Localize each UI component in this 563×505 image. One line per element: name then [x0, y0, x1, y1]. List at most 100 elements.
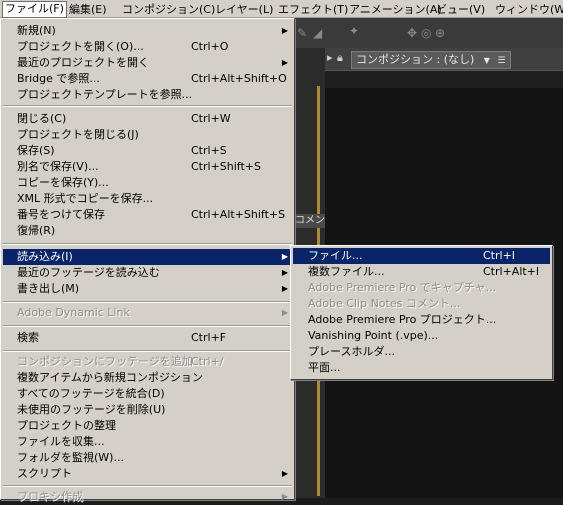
menu-item-solid[interactable]: 平面... — [293, 360, 550, 376]
menu-layer[interactable]: レイヤー(L) — [215, 2, 273, 17]
menu-edit[interactable]: 編集(E) — [69, 2, 107, 17]
comments-column-label: コメン — [295, 214, 325, 228]
submenu-arrow-icon: ▶ — [281, 308, 288, 317]
menu-item-save[interactable]: 保存(S) Ctrl+S — [3, 143, 292, 159]
menu-item-clip-notes-comments[interactable]: Adobe Clip Notes コメント... — [293, 296, 550, 312]
menu-separator — [3, 350, 292, 352]
menu-item-new[interactable]: 新規(N) ▶ — [3, 23, 292, 39]
menu-item-label: 検索 — [17, 331, 39, 344]
menu-item-close-project[interactable]: プロジェクトを閉じる(J) — [3, 127, 292, 143]
panel-options-icon[interactable]: ☰ — [497, 56, 505, 66]
menu-item-vanishing-point[interactable]: Vanishing Point (.vpe)... — [293, 328, 550, 344]
menu-item-label: 保存(S) — [17, 144, 55, 157]
menu-item-watch-folder[interactable]: フォルダを監視(W)... — [3, 450, 292, 466]
menu-item-label: プレースホルダ... — [308, 345, 395, 358]
menu-item-shortcut: Ctrl+O — [191, 40, 229, 53]
axis-world-icon[interactable]: ⊕ — [435, 26, 445, 40]
menu-item-save-copy[interactable]: コピーを保存(Y)... — [3, 175, 292, 191]
menu-effect[interactable]: エフェクト(T) — [278, 2, 348, 17]
puppet-pin-tool-icon[interactable]: ✦ — [349, 24, 359, 38]
menu-item-label: 複数アイテムから新規コンポジション — [17, 371, 203, 384]
menu-item-import[interactable]: 読み込み(I) ▶ — [3, 249, 292, 265]
menu-item-premiere-project[interactable]: Adobe Premiere Pro プロジェクト... — [293, 312, 550, 328]
menu-item-dynamic-link[interactable]: Adobe Dynamic Link ▶ — [3, 305, 292, 321]
menu-item-label: 複数ファイル... — [308, 265, 385, 278]
menu-item-import-file[interactable]: ファイル... Ctrl+I — [293, 248, 550, 264]
menu-separator — [3, 243, 292, 245]
submenu-arrow-icon: ▶ — [281, 268, 288, 277]
menu-item-label: ファイル... — [308, 249, 363, 262]
menu-item-label: プロキシ作成 — [17, 490, 83, 503]
menu-item-label: 平面... — [308, 361, 341, 374]
chevron-down-icon[interactable]: ▼ — [484, 56, 490, 65]
menu-item-label: プロジェクトを閉じる(J) — [17, 128, 139, 141]
menu-item-scripts[interactable]: スクリプト ▶ — [3, 466, 292, 482]
menu-item-reduce-project[interactable]: プロジェクトの整理 — [3, 418, 292, 434]
axis-rotate-icon[interactable]: ◎ — [421, 26, 431, 40]
menu-item-consolidate-footage[interactable]: すべてのフッテージを統合(D) — [3, 386, 292, 402]
menu-item-label: Adobe Dynamic Link — [17, 306, 130, 319]
menu-item-export[interactable]: 書き出し(M) ▶ — [3, 281, 292, 297]
menu-item-shortcut: Ctrl+/ — [191, 355, 224, 368]
menu-item-label: 未使用のフッテージを削除(U) — [17, 403, 166, 416]
menu-item-collect-files[interactable]: ファイルを収集... — [3, 434, 292, 450]
menu-item-add-footage-to-comp[interactable]: コンポジションにフッテージを追加 Ctrl+/ — [3, 354, 292, 370]
menu-item-label: 閉じる(C) — [17, 112, 67, 125]
menu-item-shortcut: Ctrl+Alt+Shift+O — [191, 72, 287, 85]
menu-window[interactable]: ウィンドウ(W) — [495, 2, 563, 17]
menu-item-remove-unused-footage[interactable]: 未使用のフッテージを削除(U) — [3, 402, 292, 418]
menu-item-save-copy-xml[interactable]: XML 形式でコピーを保存... — [3, 191, 292, 207]
menu-item-label: すべてのフッテージを統合(D) — [17, 387, 165, 400]
menu-item-placeholder[interactable]: プレースホルダ... — [293, 344, 550, 360]
menu-item-label: 復帰(R) — [17, 224, 56, 237]
menu-item-label: Adobe Premiere Pro でキャプチャ... — [308, 281, 497, 294]
menu-separator — [3, 301, 292, 303]
tab-composition[interactable]: コンポジション : (なし) ▼ ☰ — [351, 51, 511, 69]
menu-item-shortcut: Ctrl+Shift+S — [191, 160, 261, 173]
menu-item-label: 新規(N) — [17, 24, 56, 37]
menu-item-label: プロジェクトを開く(O)... — [17, 40, 144, 53]
brush-tool-icon[interactable]: ✎ — [297, 26, 307, 40]
menu-item-label: フォルダを監視(W)... — [17, 451, 124, 464]
menu-bar: ファイル(F) 編集(E) コンポジション(C) レイヤー(L) エフェクト(T… — [0, 0, 563, 18]
menu-item-revert[interactable]: 復帰(R) — [3, 223, 292, 239]
menu-separator — [3, 485, 292, 487]
submenu-arrow-icon: ▶ — [281, 469, 288, 478]
menu-view[interactable]: ビュー(V) — [436, 2, 485, 17]
menu-item-label: ファイルを収集... — [17, 435, 105, 448]
menu-item-label: XML 形式でコピーを保存... — [17, 192, 154, 205]
menu-file[interactable]: ファイル(F) — [2, 1, 67, 18]
eraser-tool-icon[interactable]: ◢ — [313, 26, 322, 40]
menu-item-shortcut: Ctrl+I — [483, 249, 516, 262]
menu-item-new-comp-from-selection[interactable]: 複数アイテムから新規コンポジション — [3, 370, 292, 386]
menu-item-label: 最近のプロジェクトを開く — [17, 56, 149, 69]
menu-item-save-as[interactable]: 別名で保存(V)... Ctrl+Shift+S — [3, 159, 292, 175]
lock-icon[interactable]: 🔒︎ — [337, 51, 343, 65]
tab-composition-label: コンポジション : (なし) — [356, 53, 475, 66]
menu-item-open-project[interactable]: プロジェクトを開く(O)... Ctrl+O — [3, 39, 292, 55]
menu-item-label: 読み込み(I) — [17, 250, 73, 263]
menu-item-import-recent-footage[interactable]: 最近のフッテージを読み込む ▶ — [3, 265, 292, 281]
menu-item-open-recent-project[interactable]: 最近のプロジェクトを開く ▶ — [3, 55, 292, 71]
panel-menu-icon[interactable]: ▸ — [327, 51, 333, 64]
menu-item-label: Adobe Premiere Pro プロジェクト... — [308, 313, 497, 326]
menu-animation[interactable]: アニメーション(A) — [349, 2, 442, 17]
menu-item-browse-templates[interactable]: プロジェクトテンプレートを参照... — [3, 87, 292, 103]
menu-item-shortcut: Ctrl+F — [191, 331, 227, 344]
menu-item-capture-in-premiere[interactable]: Adobe Premiere Pro でキャプチャ... — [293, 280, 550, 296]
menu-item-browse-in-bridge[interactable]: Bridge で参照... Ctrl+Alt+Shift+O — [3, 71, 292, 87]
menu-item-label: コンポジションにフッテージを追加 — [17, 355, 193, 368]
menu-item-increment-save[interactable]: 番号をつけて保存 Ctrl+Alt+Shift+S — [3, 207, 292, 223]
menu-item-shortcut: Ctrl+Alt+I — [483, 265, 540, 278]
axis-move-icon[interactable]: ✥ — [407, 26, 417, 40]
submenu-arrow-icon: ▶ — [281, 58, 288, 67]
menu-item-find[interactable]: 検索 Ctrl+F — [3, 330, 292, 346]
submenu-arrow-icon: ▶ — [281, 252, 288, 261]
menu-item-import-multiple-files[interactable]: 複数ファイル... Ctrl+Alt+I — [293, 264, 550, 280]
menu-item-label: 別名で保存(V)... — [17, 160, 99, 173]
menu-item-close[interactable]: 閉じる(C) Ctrl+W — [3, 111, 292, 127]
menu-item-create-proxy[interactable]: プロキシ作成 ▶ — [3, 489, 292, 505]
menu-item-label: Bridge で参照... — [17, 72, 100, 85]
menu-composition[interactable]: コンポジション(C) — [122, 2, 215, 17]
tools-toolbar: ✎ ◢ ✦ ✥ ◎ ⊕ — [295, 18, 563, 48]
